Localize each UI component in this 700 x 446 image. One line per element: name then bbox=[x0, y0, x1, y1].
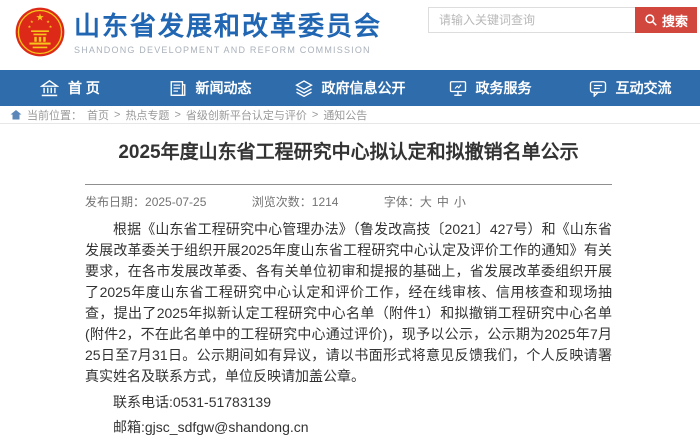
contact-phone: 联系电话:0531-51783139 bbox=[85, 392, 612, 413]
font-size-small-button[interactable]: 小 bbox=[454, 195, 466, 209]
main-nav: 首 页 新闻动态 政府信息公开 政务服务 bbox=[0, 70, 700, 106]
national-emblem-logo: ★ ★ ★ ★ ★ bbox=[14, 6, 66, 58]
contact-email: 邮箱:gjsc_sdfgw@shandong.cn bbox=[85, 417, 612, 438]
bank-icon bbox=[40, 80, 59, 97]
site-subtitle: SHANDONG DEVELOPMENT AND REFORM COMMISSI… bbox=[74, 45, 382, 55]
site-header: ★ ★ ★ ★ ★ 山东省发展和改革委员会 SHANDONG DEVELOPME… bbox=[0, 0, 700, 70]
nav-item-interaction[interactable]: 互动交流 bbox=[560, 70, 700, 106]
site-title: 山东省发展和改革委员会 bbox=[74, 11, 382, 41]
breadcrumb-item-notices[interactable]: 通知公告 bbox=[323, 107, 367, 123]
publish-date: 发布日期：2025-07-25 bbox=[85, 195, 206, 209]
search-button[interactable]: 搜索 bbox=[635, 7, 697, 33]
font-size-medium-button[interactable]: 中 bbox=[437, 195, 449, 209]
home-icon bbox=[10, 109, 22, 120]
search-input[interactable] bbox=[428, 7, 635, 33]
nav-item-label: 政府信息公开 bbox=[322, 78, 406, 98]
title-divider bbox=[85, 184, 612, 185]
nav-item-news[interactable]: 新闻动态 bbox=[140, 70, 280, 106]
layers-icon bbox=[295, 80, 313, 97]
brand-block: 山东省发展和改革委员会 SHANDONG DEVELOPMENT AND REF… bbox=[74, 11, 382, 55]
search-bar: 搜索 bbox=[428, 7, 697, 33]
breadcrumb-item-home[interactable]: 首页 bbox=[87, 107, 109, 123]
nav-item-label: 新闻动态 bbox=[196, 78, 252, 98]
nav-item-home[interactable]: 首 页 bbox=[0, 70, 140, 106]
breadcrumb-separator: > bbox=[114, 109, 120, 121]
chat-icon bbox=[589, 80, 607, 97]
nav-item-gov-info[interactable]: 政府信息公开 bbox=[280, 70, 420, 106]
article: 2025年度山东省工程研究中心拟认定和拟撤销名单公示 发布日期：2025-07-… bbox=[0, 124, 700, 446]
search-button-label: 搜索 bbox=[662, 11, 688, 30]
nav-item-label: 政务服务 bbox=[476, 78, 532, 98]
nav-item-label: 首 页 bbox=[68, 78, 100, 98]
svg-text:★: ★ bbox=[49, 24, 53, 29]
breadcrumb-item-topics[interactable]: 热点专题 bbox=[125, 107, 169, 123]
font-size-large-button[interactable]: 大 bbox=[420, 195, 432, 209]
svg-text:★: ★ bbox=[28, 24, 32, 29]
breadcrumb-separator: > bbox=[312, 109, 318, 121]
svg-text:★: ★ bbox=[36, 13, 45, 24]
view-count: 浏览次数：1214 bbox=[252, 195, 339, 209]
nav-item-services[interactable]: 政务服务 bbox=[420, 70, 560, 106]
article-meta: 发布日期：2025-07-25 浏览次数：1214 字体：大中小 bbox=[85, 193, 612, 210]
view-count-label: 浏览次数： bbox=[252, 195, 312, 209]
nav-item-label: 互动交流 bbox=[616, 78, 672, 98]
news-icon bbox=[169, 80, 187, 97]
font-size-control: 字体：大中小 bbox=[384, 195, 471, 209]
monitor-icon bbox=[449, 80, 467, 97]
breadcrumb-separator: > bbox=[174, 109, 180, 121]
font-size-label: 字体： bbox=[384, 195, 420, 209]
page-title: 2025年度山东省工程研究中心拟认定和拟撤销名单公示 bbox=[85, 140, 612, 166]
search-icon bbox=[644, 13, 658, 27]
view-count-value: 1214 bbox=[312, 195, 339, 209]
breadcrumb-label: 当前位置： bbox=[27, 107, 82, 123]
article-paragraph: 根据《山东省工程研究中心管理办法》（鲁发改高技〔2021〕427号）和《山东省发… bbox=[85, 219, 612, 387]
publish-date-label: 发布日期： bbox=[85, 195, 145, 209]
breadcrumb: 当前位置： 首页 > 热点专题 > 省级创新平台认定与评价 > 通知公告 bbox=[0, 106, 700, 124]
publish-date-value: 2025-07-25 bbox=[145, 195, 206, 209]
breadcrumb-item-platform[interactable]: 省级创新平台认定与评价 bbox=[186, 107, 307, 123]
